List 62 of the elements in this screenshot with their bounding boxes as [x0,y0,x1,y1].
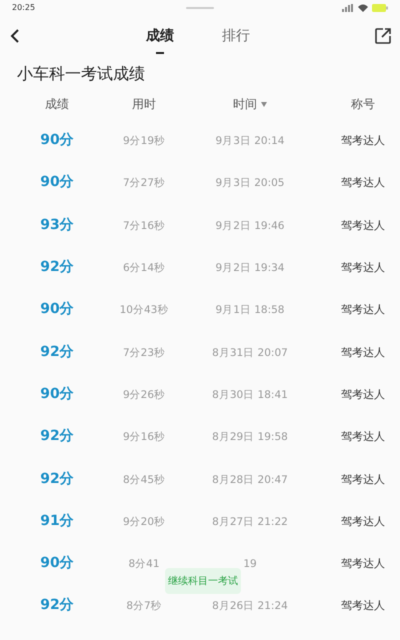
time-cell: 19 [243,558,257,570]
title-cell: 驾考达人 [341,303,385,316]
title-cell: 驾考达人 [341,557,385,570]
duration-cell: 7分27秒 [122,177,166,190]
column-header: 用时 [132,96,156,113]
score-cell: 92分 [40,597,74,614]
time-cell: 9月2日 19:34 [216,262,284,274]
tab[interactable]: 排行 [222,18,250,54]
sort-icon[interactable] [261,102,267,106]
duration-cell: 8分7秒 [126,600,162,612]
column-header: 时间 [233,96,257,113]
time-cell: 8月28日 20:47 [212,474,288,486]
time-cell: 9月1日 18:58 [216,304,284,316]
duration-cell: 9分20秒 [122,516,166,528]
column-header: 成绩 [45,96,69,113]
score-cell: 90分 [40,132,74,148]
time-cell: 8月27日 21:22 [212,516,288,528]
title-cell: 驾考达人 [341,176,385,190]
score-cell: 90分 [40,301,74,318]
duration-cell: 8分45秒 [122,474,166,486]
score-cell: 92分 [40,428,74,444]
duration-cell: 7分16秒 [122,220,166,232]
title-cell: 驾考达人 [341,472,385,486]
signal-icon [342,4,354,12]
time-cell: 8月26日 21:24 [212,600,288,612]
title-cell: 驾考达人 [341,514,385,528]
time-cell: 8月31日 20:07 [212,346,288,359]
score-cell: 92分 [40,344,74,360]
duration-cell: 10分43秒 [120,304,168,316]
time-cell: 9月3日 20:05 [216,177,284,190]
battery-icon [372,4,388,12]
column-header: 称号 [351,96,375,113]
title-cell: 驾考达人 [341,599,385,612]
duration-cell: 9分26秒 [122,388,166,401]
score-cell: 92分 [40,470,74,487]
score-cell: 90分 [40,174,74,190]
time-cell: 8月30日 18:41 [212,388,288,401]
score-cell: 90分 [40,555,74,572]
duration-cell: 7分23秒 [122,346,166,359]
time-cell: 9月3日 20:14 [216,135,284,148]
title-cell: 驾考达人 [341,261,385,274]
duration-cell: 9分19秒 [122,135,166,148]
title-cell: 驾考达人 [341,346,385,359]
page-title: 小车科一考试成绩 [16,63,146,85]
score-cell: 91分 [40,512,74,529]
title-cell: 驾考达人 [341,218,385,232]
continue-exam-button[interactable]: 继续科目一考试 [165,568,241,594]
title-cell: 驾考达人 [341,388,385,401]
score-cell: 92分 [40,259,74,276]
time-cell: 8月29日 19:58 [212,431,288,444]
share-icon[interactable] [374,27,392,45]
score-cell: 90分 [40,386,74,402]
home-handle [186,7,214,9]
duration-cell: 9分16秒 [122,431,166,444]
title-cell: 驾考达人 [341,134,385,148]
duration-cell: 6分14秒 [122,262,166,274]
duration-cell: 8分41 [128,558,160,570]
title-cell: 驾考达人 [341,430,385,444]
wifi-icon [358,4,368,12]
time-cell: 9月2日 19:46 [216,220,284,232]
score-cell: 93分 [40,216,74,233]
status-time: 20:25 [12,2,36,14]
